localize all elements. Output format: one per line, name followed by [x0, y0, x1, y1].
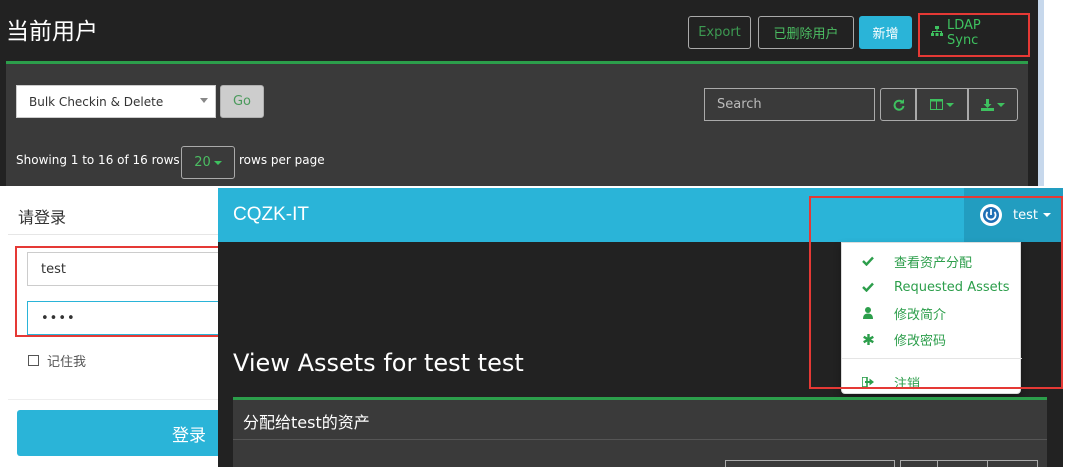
highlight-ldap-sync	[918, 13, 1030, 57]
divider	[233, 439, 1047, 440]
login-button[interactable]: 登录	[17, 410, 230, 456]
bulk-action-select[interactable]: Bulk Checkin & Delete	[16, 85, 216, 118]
chevron-down-icon	[946, 102, 954, 107]
refresh-icon	[893, 99, 904, 111]
pagination-summary: Showing 1 to 16 of 16 rows	[16, 153, 180, 167]
page-size-value: 20	[194, 155, 211, 170]
chevron-down-icon	[997, 102, 1005, 107]
toolbar-separator	[937, 461, 938, 467]
columns-button[interactable]	[916, 88, 968, 121]
chevron-down-icon	[213, 160, 222, 165]
page-size-select[interactable]: 20	[181, 146, 235, 179]
page-title: 当前用户	[6, 19, 98, 45]
login-heading: 请登录	[18, 208, 67, 227]
columns-icon	[930, 99, 943, 110]
download-icon	[981, 98, 994, 111]
deleted-users-button[interactable]: 已删除用户	[758, 16, 854, 49]
divider	[8, 234, 230, 235]
export-data-button[interactable]	[968, 88, 1018, 121]
export-button[interactable]: Export	[688, 16, 751, 49]
bulk-action-value: Bulk Checkin & Delete	[29, 94, 164, 109]
window-edge-strip	[1038, 0, 1044, 186]
users-table-box: Bulk Checkin & Delete Go Showing 1 to 16…	[6, 61, 1028, 186]
divider	[8, 399, 230, 400]
users-panel: 当前用户 Export 已删除用户 新增 LDAP Sync Bulk Chec…	[0, 0, 1038, 186]
remember-me-label: 记住我	[47, 355, 87, 370]
remember-me-checkbox[interactable]	[28, 355, 39, 366]
highlight-credentials	[15, 246, 221, 337]
toolbar-separator	[987, 461, 988, 467]
assets-toolbar[interactable]	[900, 460, 1038, 467]
assets-heading: 分配给test的资产	[243, 413, 370, 432]
search-input[interactable]	[704, 88, 875, 121]
refresh-button[interactable]	[880, 88, 916, 121]
go-button[interactable]: Go	[220, 85, 264, 118]
highlight-user-menu	[809, 196, 1063, 389]
window-edge	[1038, 0, 1068, 186]
assigned-assets-box: 分配给test的资产	[233, 397, 1047, 467]
rows-per-page-label: rows per page	[239, 153, 325, 167]
new-user-button[interactable]: 新增	[859, 16, 912, 49]
brand-link[interactable]: CQZK-IT	[233, 204, 309, 226]
assets-search-input[interactable]	[725, 460, 895, 467]
page-title: View Assets for test test	[233, 349, 524, 377]
chevron-down-icon	[200, 98, 208, 103]
